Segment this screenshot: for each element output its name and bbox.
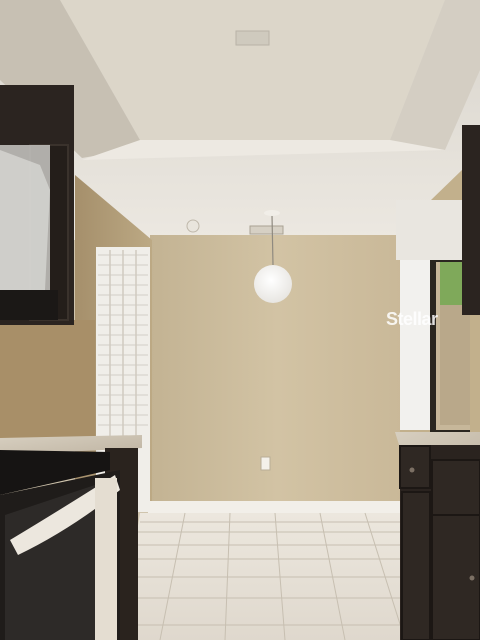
door-knob (469, 575, 475, 581)
kitchen-photo: Stellar (0, 0, 480, 640)
smoke-detector (186, 219, 200, 233)
stellar-watermark: Stellar (386, 309, 438, 329)
window-fence (440, 305, 470, 425)
right-drawer-1 (399, 445, 431, 489)
upper-cabinet-right (462, 125, 480, 315)
wall-vent (249, 225, 284, 235)
microwave-body (0, 290, 58, 320)
outlet (260, 456, 271, 471)
left-lower-wall (0, 320, 95, 440)
window-valance (396, 200, 466, 260)
plastic-wrap (0, 150, 50, 300)
towel-hanging (95, 478, 117, 640)
ceiling-vent (235, 30, 270, 46)
pendant-globe (254, 265, 292, 303)
baseboard (148, 501, 403, 513)
pendant-canopy (264, 210, 280, 216)
right-door-1 (401, 491, 431, 640)
drawer-knob (409, 467, 415, 473)
